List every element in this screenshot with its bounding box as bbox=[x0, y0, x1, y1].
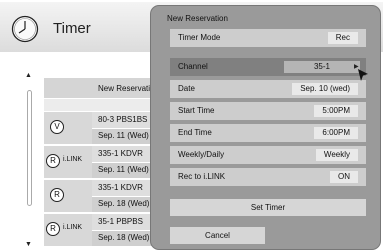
timer-mode-field[interactable]: Timer Mode Rec bbox=[170, 29, 366, 47]
list-item[interactable]: R i.LINK 35-1 PBPBS Sep. 18 (Wed) bbox=[44, 214, 164, 247]
list-item[interactable]: R 335-1 KDVR Sep. 18 (Wed) bbox=[44, 180, 164, 213]
field-value: ON bbox=[330, 171, 358, 183]
row-date: Sep. 18 (Wed) bbox=[98, 199, 150, 208]
row-channel: 335-1 KDVR bbox=[98, 183, 143, 192]
video-badge-icon: V bbox=[50, 120, 64, 134]
row-channel: 335-1 KDVR bbox=[98, 149, 143, 158]
field-label: End Time bbox=[178, 128, 212, 137]
cursor-pointer-icon bbox=[358, 69, 368, 81]
ilink-label: i.LINK bbox=[63, 224, 83, 231]
field-value: Rec bbox=[327, 32, 358, 44]
rec-to-ilink-field[interactable]: Rec to i.LINK ON bbox=[170, 168, 366, 186]
row-date: Sep. 11 (Wed) bbox=[98, 131, 149, 140]
record-badge-icon: R bbox=[46, 154, 60, 168]
channel-field[interactable]: Channel ◀ 35-1 ▶ bbox=[170, 58, 366, 76]
ilink-label: i.LINK bbox=[63, 156, 83, 163]
date-field[interactable]: Date Sep. 10 (wed) bbox=[170, 80, 366, 98]
field-value: Sep. 10 (wed) bbox=[292, 83, 358, 95]
record-badge-icon: R bbox=[50, 188, 64, 202]
field-label: Date bbox=[178, 84, 195, 93]
row-channel: 80-3 PBS1BS bbox=[98, 115, 148, 124]
field-value: 5:00PM bbox=[314, 105, 358, 117]
clock-icon bbox=[11, 15, 39, 43]
scrollbar-thumb[interactable] bbox=[27, 90, 32, 206]
set-timer-button[interactable]: Set Timer bbox=[170, 199, 366, 216]
list-item[interactable]: V 80-3 PBS1BS Sep. 11 (Wed) bbox=[44, 112, 164, 145]
field-value: 6:00PM bbox=[314, 127, 358, 139]
field-label: Channel bbox=[178, 62, 208, 71]
list-header-label: New Reservation bbox=[98, 84, 150, 93]
weekly-daily-field[interactable]: Weekly/Daily Weekly bbox=[170, 146, 366, 164]
field-label: Rec to i.LINK bbox=[178, 172, 226, 181]
row-channel: 35-1 PBPBS bbox=[98, 217, 143, 226]
field-value: Weekly bbox=[315, 149, 358, 161]
screen-title: Timer bbox=[53, 20, 91, 37]
end-time-field[interactable]: End Time 6:00PM bbox=[170, 124, 366, 142]
field-value: 35-1 bbox=[284, 61, 360, 73]
row-date: Sep. 11 (Wed) bbox=[98, 165, 149, 174]
start-time-field[interactable]: Start Time 5:00PM bbox=[170, 102, 366, 120]
scroll-up-arrow-icon[interactable]: ▲ bbox=[25, 72, 32, 79]
field-label: Timer Mode bbox=[178, 33, 221, 42]
field-label: Start Time bbox=[178, 106, 215, 115]
list-divider bbox=[44, 99, 164, 111]
record-badge-icon: R bbox=[46, 222, 60, 236]
dialog-title: New Reservation bbox=[167, 14, 228, 23]
row-date: Sep. 18 (Wed) bbox=[98, 233, 150, 242]
list-item[interactable]: R i.LINK 335-1 KDVR Sep. 11 (Wed) bbox=[44, 146, 164, 179]
field-label: Weekly/Daily bbox=[178, 150, 225, 159]
cancel-button[interactable]: Cancel bbox=[170, 227, 265, 244]
scroll-down-arrow-icon[interactable]: ▼ bbox=[25, 241, 32, 248]
